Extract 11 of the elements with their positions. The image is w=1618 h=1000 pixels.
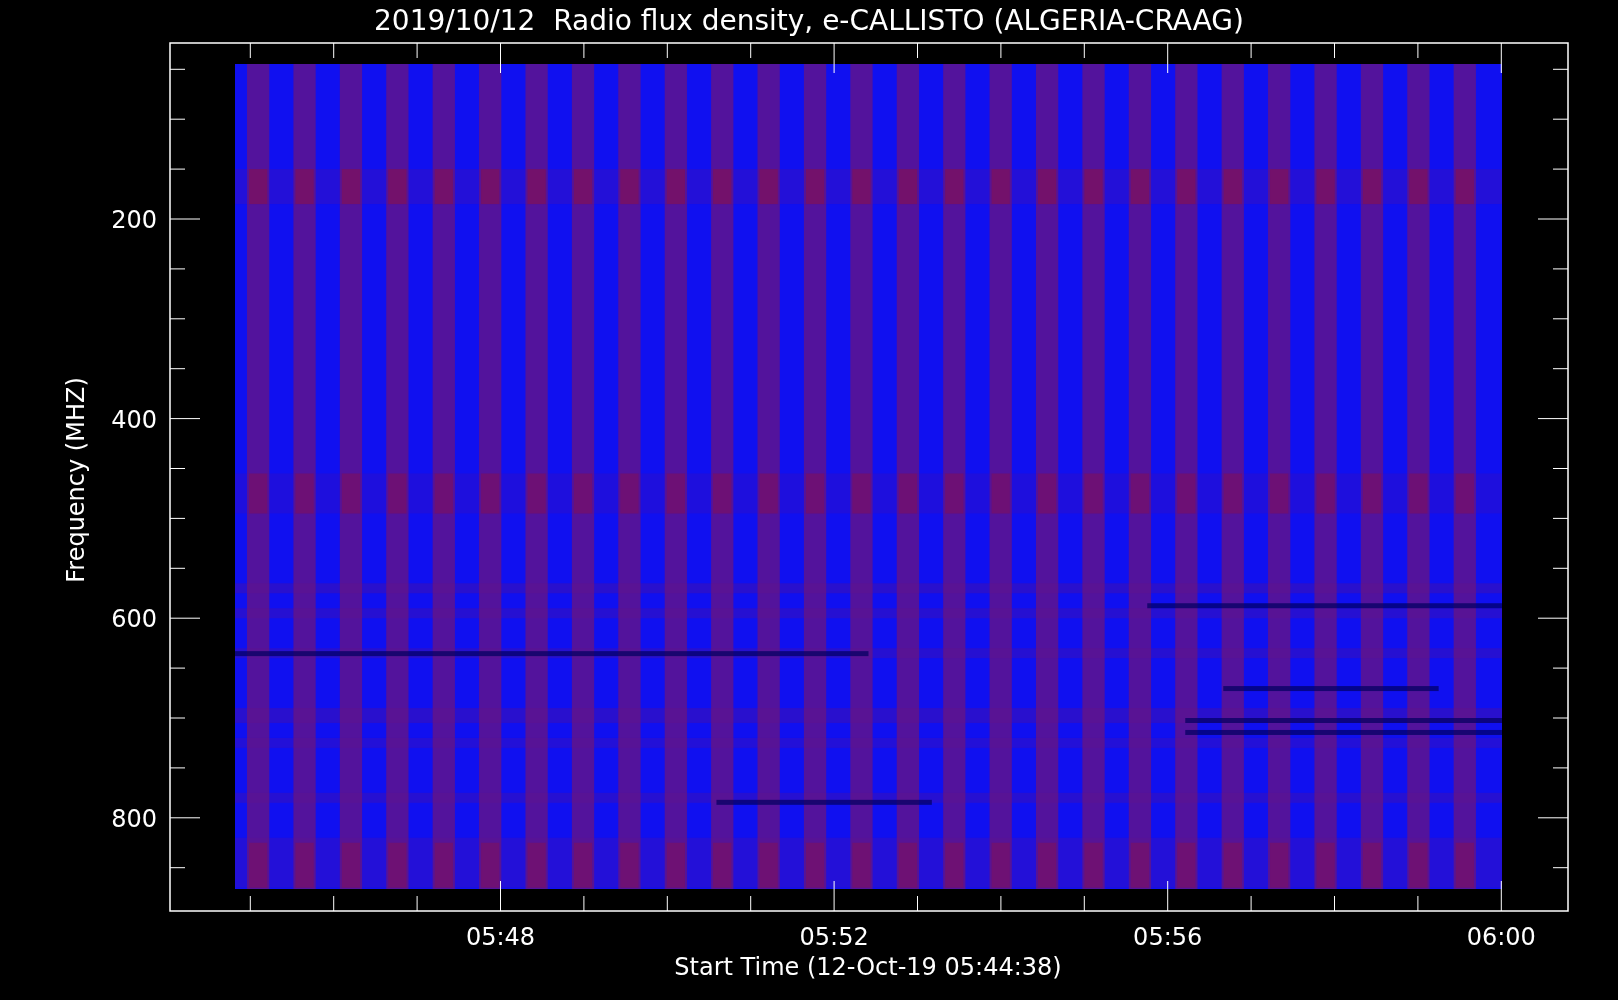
y-tick-label: 400 <box>111 405 157 434</box>
x-tick-label: 05:48 <box>465 923 536 951</box>
chart-title: 2019/10/12 Radio flux density, e-CALLISTO (ALGERIA-CRAAG) <box>374 4 1244 37</box>
x-axis-title: Start Time (12-Oct-19 05:44:38) <box>674 953 1062 981</box>
x-tick-label: 05:56 <box>1133 923 1203 951</box>
y-tick-label: 600 <box>111 605 157 634</box>
x-tick-label: 05:52 <box>799 923 869 951</box>
y-tick-label: 800 <box>111 804 157 833</box>
y-tick-label: 200 <box>111 206 157 234</box>
x-tick-label: 06:00 <box>1466 923 1536 951</box>
y-axis-title: Frequency (MHZ) <box>62 377 90 583</box>
